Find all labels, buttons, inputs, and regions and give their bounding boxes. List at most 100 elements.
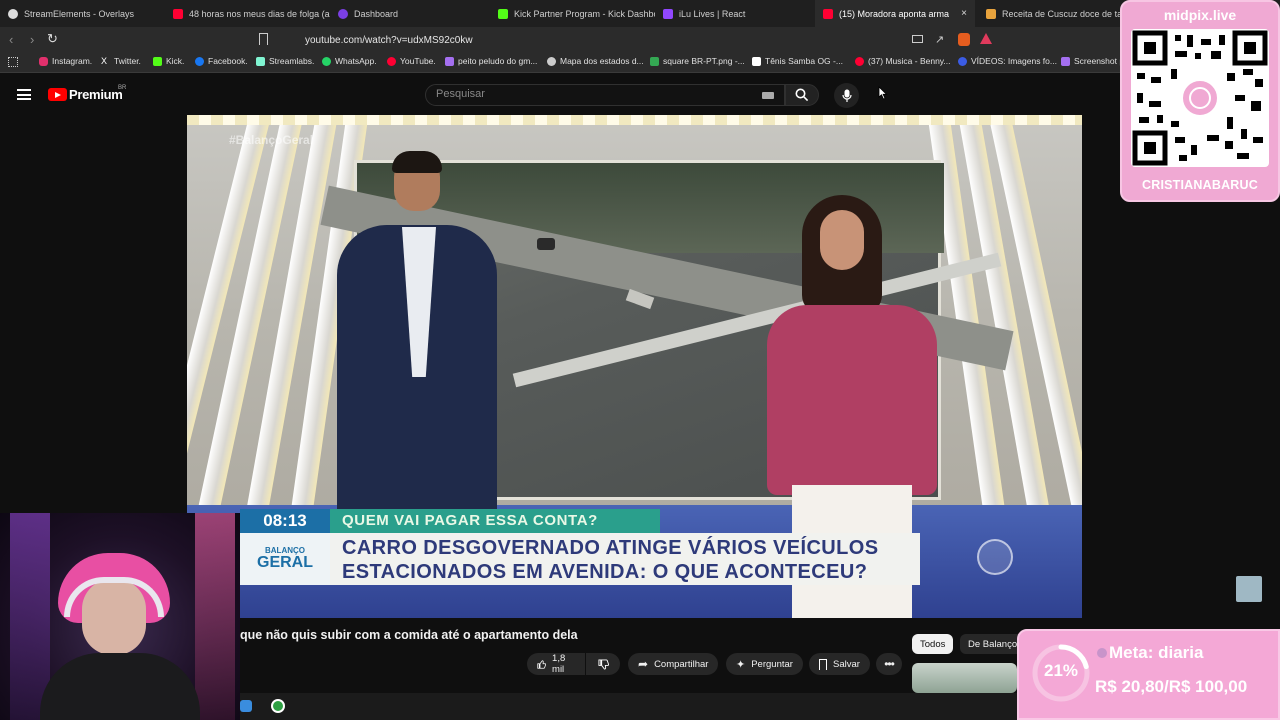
- qr-code-icon: [1131, 29, 1269, 167]
- bookmark-square[interactable]: square BR-PT.png -...: [650, 56, 745, 66]
- drive-icon: [650, 56, 659, 66]
- qr-owner-name: CRISTIANABARUC: [1142, 178, 1258, 192]
- bookmark-label: peito peludo do gm...: [458, 56, 538, 66]
- bookmark-youtube[interactable]: YouTube.: [387, 56, 436, 66]
- twitch-favicon-icon: [663, 8, 673, 19]
- save-button[interactable]: Salvar: [809, 653, 870, 675]
- tab-receita-cuscuz[interactable]: Receita de Cuscuz doce de tapioc: [978, 0, 1123, 27]
- tab-moradora-active[interactable]: (15) Moradora aponta arma par ×: [815, 0, 975, 27]
- bookmark-twitter[interactable]: X Twitter.: [101, 56, 141, 66]
- goal-dot-icon: [1097, 648, 1107, 658]
- tab-dashboard[interactable]: Dashboard: [330, 0, 495, 27]
- ask-button[interactable]: ✦ Perguntar: [726, 653, 803, 675]
- bookmark-videos[interactable]: VÍDEOS: Imagens fo...: [958, 56, 1057, 66]
- tab-kick-partner[interactable]: Kick Partner Program - Kick Dashbo: [490, 0, 655, 27]
- facebook-icon: [195, 56, 204, 66]
- bookmark-label: VÍDEOS: Imagens fo...: [971, 56, 1057, 66]
- tab-label: StreamElements - Overlays: [24, 8, 135, 19]
- bookmark-tenis[interactable]: Tênis Samba OG -...: [752, 56, 843, 66]
- bookmark-instagram[interactable]: Instagram.: [39, 56, 92, 66]
- search-icon: [795, 88, 809, 102]
- taskbar-strip: [240, 693, 1020, 720]
- video-player[interactable]: #BalançoGeral 08:13 QUEM VAI PAGAR ESSA …: [187, 115, 1082, 618]
- voice-search-button[interactable]: [834, 83, 859, 108]
- bookmark-icon: [819, 658, 827, 670]
- search-box[interactable]: [425, 84, 785, 106]
- xbox-icon[interactable]: [271, 699, 285, 713]
- rewards-icon[interactable]: [980, 33, 992, 44]
- bookmark-screenshot[interactable]: Screenshot p: [1061, 56, 1124, 66]
- goal-title: Meta: diaria: [1109, 643, 1204, 662]
- tab-youtube-48-horas[interactable]: 48 horas nos meus dias de folga (ac: [165, 0, 330, 27]
- forward-arrow-icon[interactable]: ›: [30, 32, 34, 47]
- tab-label: (15) Moradora aponta arma par: [839, 8, 949, 19]
- like-button[interactable]: 1,8 mil: [527, 653, 585, 675]
- share-button[interactable]: ➦ Compartilhar: [628, 653, 719, 675]
- search-input[interactable]: [436, 88, 736, 100]
- brave-shield-icon[interactable]: [958, 33, 970, 46]
- broadcast-time: 08:13: [240, 509, 330, 533]
- chip-all[interactable]: Todos: [912, 634, 954, 654]
- more-options-icon: •••: [884, 657, 895, 671]
- dislike-button[interactable]: [586, 653, 620, 675]
- streamer-webcam: [0, 513, 240, 720]
- instagram-icon: [39, 56, 48, 66]
- keyboard-icon[interactable]: [762, 92, 774, 99]
- youtube-logo-icon[interactable]: [48, 88, 67, 101]
- hamburger-menu-icon[interactable]: [17, 89, 31, 100]
- bookmark-label: Mapa dos estados d...: [560, 56, 644, 66]
- bookmark-whatsapp[interactable]: WhatsApp.: [322, 56, 377, 66]
- tab-label: iLu Lives | React: [679, 8, 746, 19]
- related-video-thumbnail[interactable]: [912, 663, 1017, 693]
- bookmark-streamlabs[interactable]: Streamlabs.: [256, 56, 314, 66]
- kick-favicon-icon: [498, 8, 508, 19]
- browser-toolbar: ‹ › ↻ youtube.com/watch?v=udxMS92c0kw ↗: [0, 27, 1280, 53]
- studio-decoration: [187, 115, 1082, 125]
- share-page-icon[interactable]: ↗: [935, 33, 944, 46]
- tab-ilu-lives[interactable]: iLu Lives | React: [655, 0, 815, 27]
- reload-icon[interactable]: ↻: [47, 31, 58, 47]
- apps-grid-icon[interactable]: [8, 57, 18, 67]
- bookmark-mapa[interactable]: Mapa dos estados d...: [547, 56, 644, 66]
- search-button[interactable]: [785, 84, 819, 106]
- bookmark-star-icon[interactable]: [259, 33, 268, 45]
- news-lower-third: 08:13 QUEM VAI PAGAR ESSA CONTA? BALANÇO…: [240, 509, 1070, 589]
- share-icon: ➦: [638, 657, 649, 671]
- cast-icon[interactable]: [912, 35, 923, 43]
- share-label: Compartilhar: [654, 658, 709, 670]
- ask-label: Perguntar: [751, 658, 793, 670]
- streamlabs-icon: [256, 56, 265, 66]
- dashboard-favicon-icon: [338, 8, 348, 19]
- x-icon: X: [101, 55, 108, 66]
- mouse-cursor-icon: [878, 86, 888, 100]
- bookmark-peito[interactable]: peito peludo do gm...: [445, 56, 537, 66]
- bookmark-musica[interactable]: (37) Musica - Benny...: [855, 56, 951, 66]
- url-text[interactable]: youtube.com/watch?v=udxMS92c0kw: [305, 35, 473, 46]
- qr-title: midpix.live: [1163, 7, 1237, 23]
- bookmark-label: Tênis Samba OG -...: [765, 56, 843, 66]
- channel-watermark-icon[interactable]: [977, 539, 1013, 575]
- close-tab-icon[interactable]: ×: [961, 8, 967, 19]
- youtube-header: Premium BR: [0, 74, 1280, 114]
- kick-icon: [153, 56, 162, 66]
- pix-qr-overlay: midpix.live CRISTIANABARUC: [1120, 0, 1280, 202]
- bookmark-label: square BR-PT.png -...: [663, 56, 745, 66]
- microphone-icon: [841, 89, 852, 102]
- youtube-favicon-icon: [823, 8, 833, 19]
- bookmark-kick[interactable]: Kick.: [153, 56, 184, 66]
- bookmark-facebook[interactable]: Facebook.: [195, 56, 248, 66]
- recipe-favicon-icon: [986, 8, 996, 19]
- bookmark-label: Streamlabs.: [269, 56, 315, 66]
- debris: [537, 238, 555, 250]
- edge-icon[interactable]: [240, 700, 252, 712]
- youtube-favicon-icon: [173, 8, 183, 19]
- more-actions-button[interactable]: •••: [876, 653, 902, 675]
- whatsapp-icon: [322, 56, 331, 66]
- channel-branding-icon[interactable]: [1236, 576, 1262, 602]
- chip-from-channel[interactable]: De Balanço: [960, 634, 1026, 654]
- tab-streamelements[interactable]: StreamElements - Overlays: [0, 0, 165, 27]
- youtube-premium-logo[interactable]: Premium: [69, 87, 123, 102]
- back-arrow-icon[interactable]: ‹: [9, 32, 13, 47]
- streamelements-favicon-icon: [8, 8, 18, 19]
- address-bar[interactable]: youtube.com/watch?v=udxMS92c0kw: [275, 30, 1005, 50]
